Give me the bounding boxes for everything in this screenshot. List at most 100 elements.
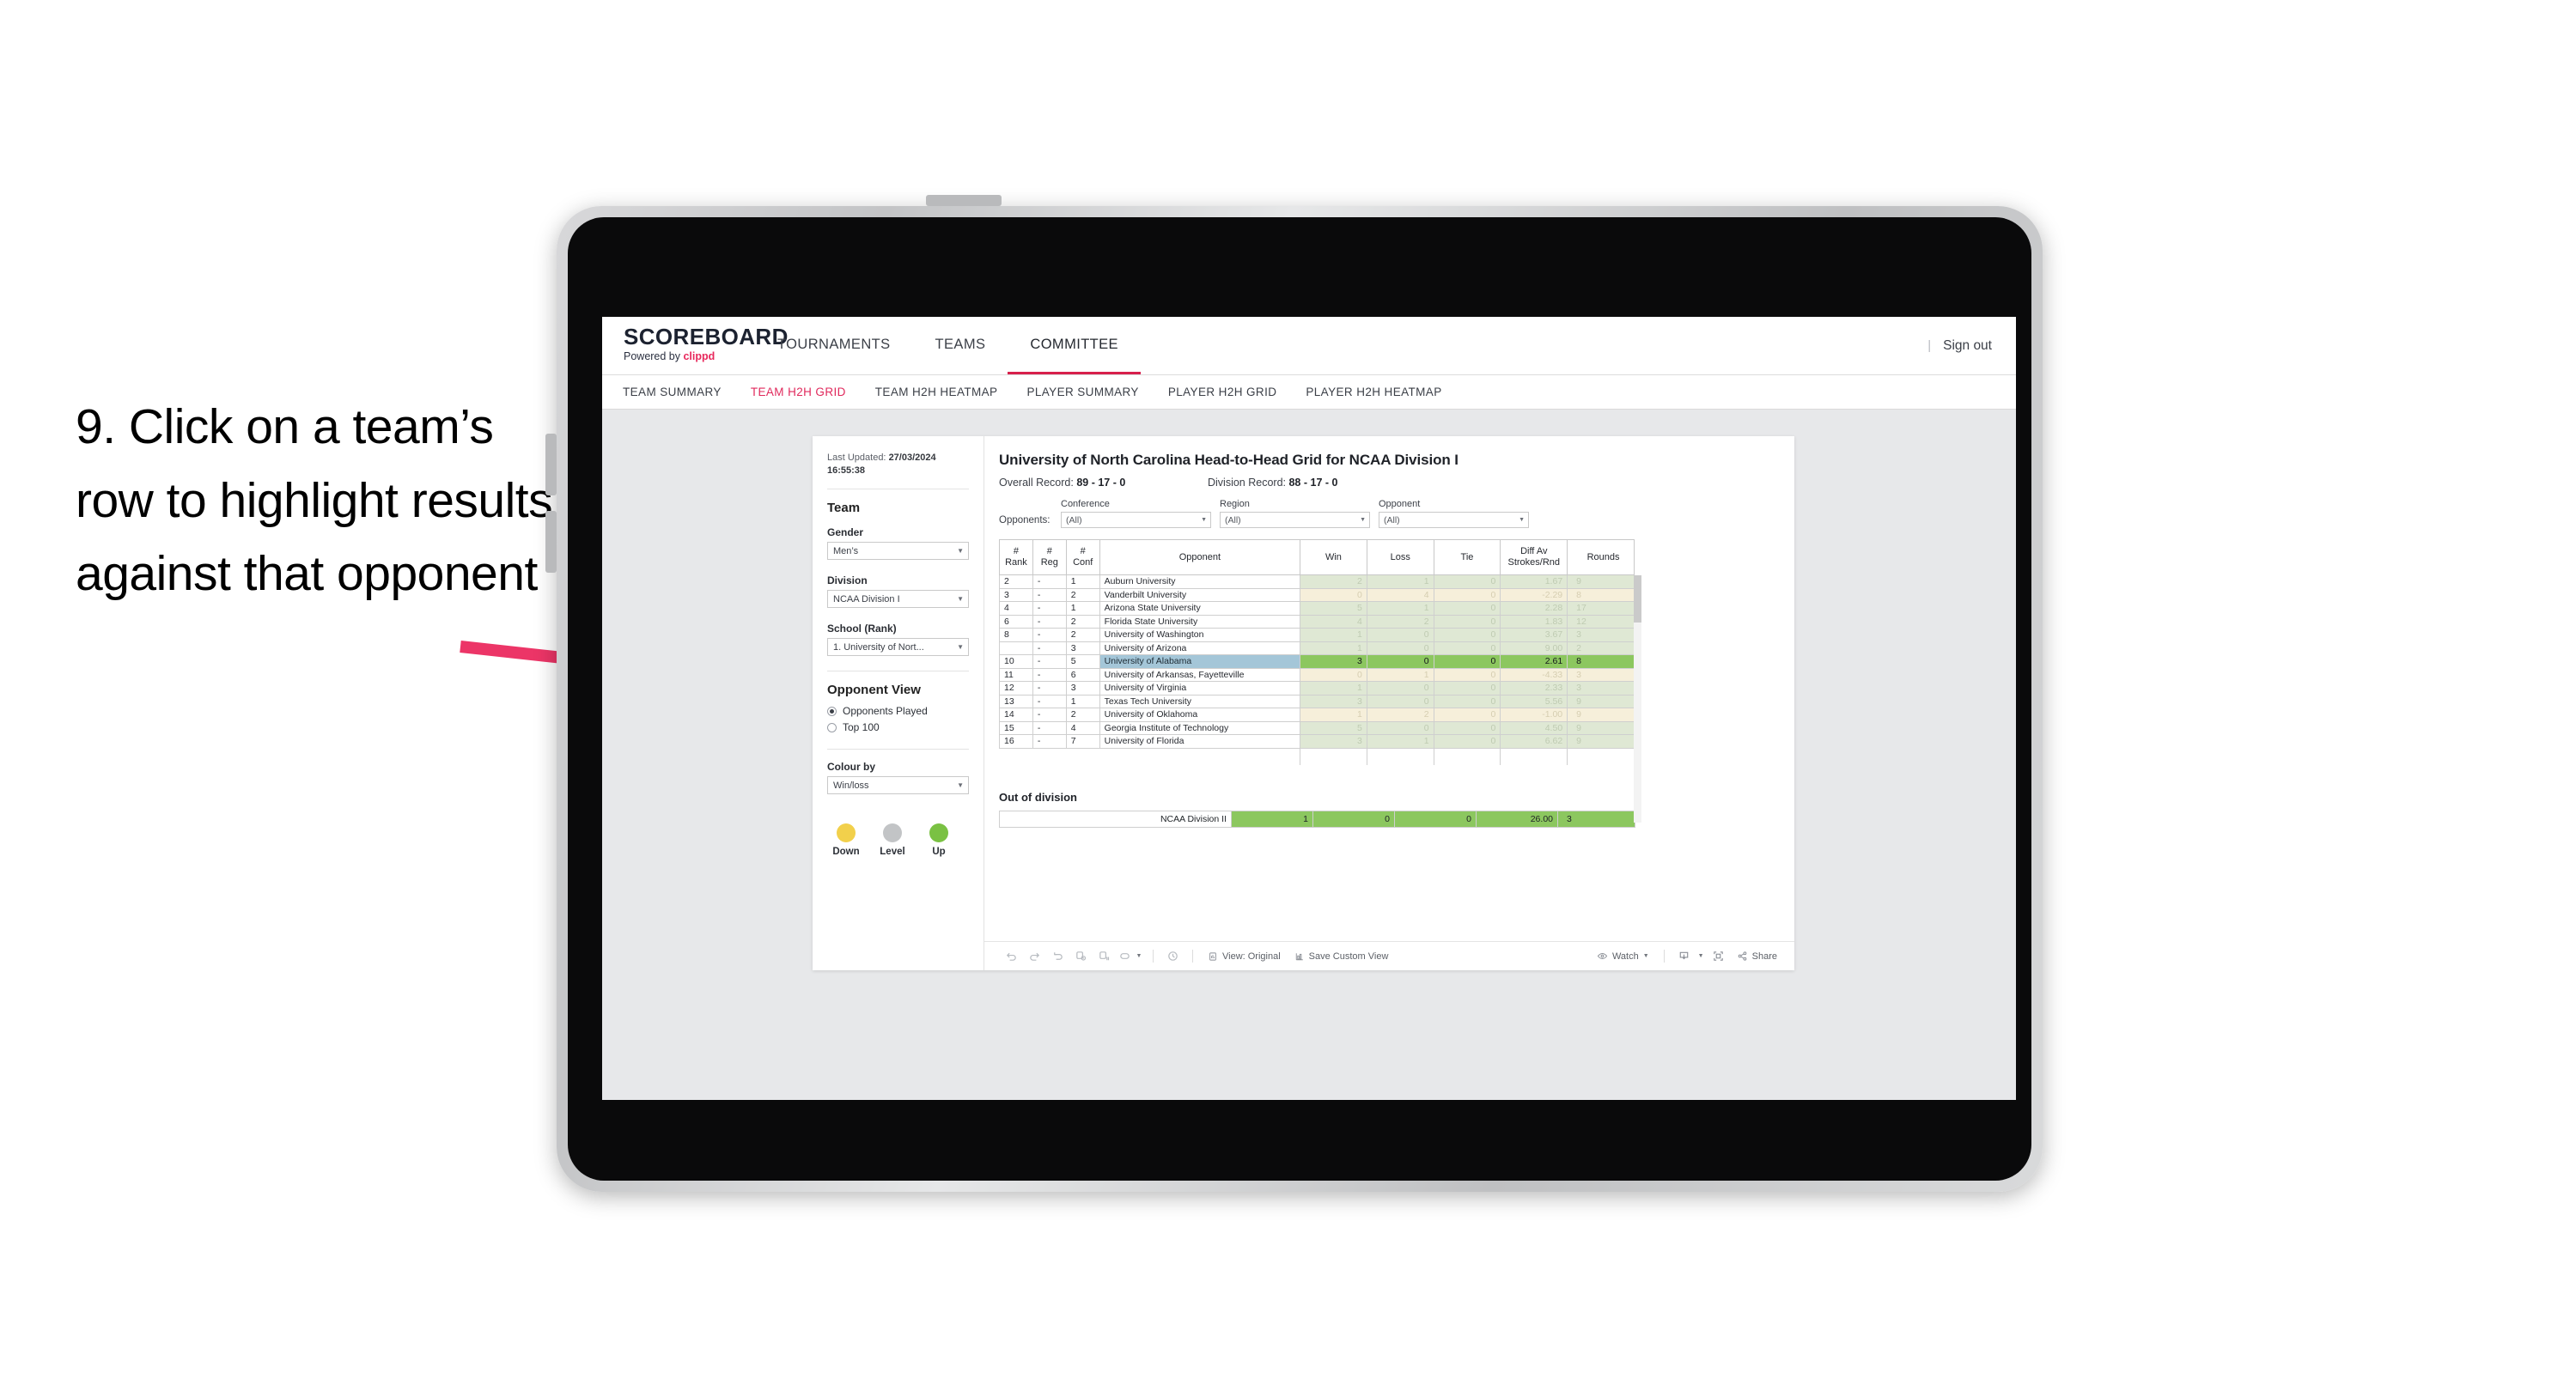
cell-diff: -2.29 — [1500, 587, 1568, 602]
cell-tie: 0 — [1433, 614, 1501, 629]
cell-opponent: University of Arizona — [1099, 641, 1301, 655]
nav-tab-teams[interactable]: TEAMS — [913, 317, 1008, 374]
cell-loss: 0 — [1366, 694, 1434, 708]
device-volume-down-button[interactable] — [545, 511, 557, 573]
radio-top-100[interactable]: Top 100 — [827, 721, 969, 733]
fullscreen-icon[interactable] — [1707, 945, 1730, 968]
cell-opponent: University of Oklahoma — [1099, 708, 1301, 722]
table-row[interactable]: 14-2 University of Oklahoma 1 2 0 -1.00 9 — [999, 708, 1635, 722]
view-icon — [1209, 951, 1216, 961]
gender-select[interactable]: Men’s ▼ — [827, 542, 969, 561]
table-row[interactable]: NCAA Division II 1 0 0 26.00 3 — [999, 811, 1635, 828]
share-button[interactable]: Share — [1730, 945, 1784, 968]
brand-powered-name: clippd — [683, 350, 716, 362]
cell-rounds: 3 — [1567, 667, 1635, 682]
toolbar-divider — [1192, 950, 1193, 963]
subnav-tab-player-h2h-grid[interactable]: PLAYER H2H GRID — [1168, 386, 1277, 398]
table-row[interactable]: 13-1 Texas Tech University 3 0 0 5.56 9 — [999, 694, 1635, 708]
table-row[interactable]: -3 University of Arizona 1 0 0 9.00 2 — [999, 641, 1635, 655]
table-row[interactable]: 3-2 Vanderbilt University 0 4 0 -2.29 8 — [999, 587, 1635, 602]
view-original-button[interactable]: View: Original — [1201, 945, 1288, 968]
subnav-tab-player-h2h-heatmap[interactable]: PLAYER H2H HEATMAP — [1306, 386, 1441, 398]
col-header-reg-text: Reg — [1040, 557, 1058, 568]
view-shape-dropdown-icon[interactable]: ▼ — [1133, 945, 1145, 968]
filter-region-select[interactable]: (All) ▼ — [1220, 512, 1370, 528]
radio-icon — [827, 722, 837, 732]
watch-button[interactable]: Watch ▼ — [1590, 945, 1656, 968]
cell-tie: 0 — [1433, 667, 1501, 682]
cell-win: 0 — [1300, 587, 1367, 602]
clock-icon[interactable] — [1161, 945, 1184, 968]
filter-conference-select[interactable]: (All) ▼ — [1061, 512, 1211, 528]
subnav-tab-team-h2h-heatmap[interactable]: TEAM H2H HEATMAP — [875, 386, 998, 398]
download-icon[interactable] — [1672, 945, 1696, 968]
nav-tab-tournaments[interactable]: TOURNAMENTS — [755, 317, 913, 374]
cell-win: 3 — [1300, 654, 1367, 669]
refresh-icon[interactable] — [1069, 945, 1093, 968]
table-row[interactable]: 16-7 University of Florida 3 1 0 6.62 9 — [999, 734, 1635, 749]
h2h-table-body: 2-1 Auburn University 2 1 0 1.67 9 3-2 Vanderbil… — [999, 574, 1635, 765]
cell-tie: 0 — [1433, 681, 1501, 696]
filter-opponent-value: (All) — [1384, 514, 1400, 525]
cell-reg: - — [1032, 708, 1067, 722]
redo-icon[interactable] — [1023, 945, 1046, 968]
spacer-cell — [1066, 748, 1100, 765]
table-row[interactable]: 15-4 Georgia Institute of Technology 5 0 0 4.… — [999, 720, 1635, 735]
cell-diff: 9.00 — [1500, 641, 1568, 655]
download-dropdown-icon[interactable]: ▼ — [1696, 945, 1707, 968]
table-row[interactable]: 6-2 Florida State University 4 2 0 1.83 12 — [999, 614, 1635, 629]
subnav-tab-team-summary[interactable]: TEAM SUMMARY — [623, 386, 722, 398]
spacer-cell — [1032, 748, 1067, 765]
col-header-reg: # Reg — [1032, 539, 1067, 575]
table-scrollbar-thumb[interactable] — [1634, 575, 1641, 623]
filter-opponent-select[interactable]: (All) ▼ — [1379, 512, 1529, 528]
save-custom-view-button[interactable]: Save Custom View — [1288, 945, 1396, 968]
save-custom-view-label: Save Custom View — [1308, 951, 1389, 962]
subnav-tab-team-h2h-grid[interactable]: TEAM H2H GRID — [751, 386, 846, 398]
radio-opponents-played[interactable]: Opponents Played — [827, 705, 969, 717]
subnav-tab-player-summary[interactable]: PLAYER SUMMARY — [1026, 386, 1138, 398]
device-power-button[interactable] — [926, 195, 1002, 206]
undo-icon[interactable] — [1000, 945, 1023, 968]
cell-win: 5 — [1300, 601, 1367, 616]
nav-tab-committee[interactable]: COMMITTEE — [1008, 317, 1141, 374]
revert-icon[interactable] — [1046, 945, 1069, 968]
spacer-cell — [1300, 747, 1367, 765]
chevron-down-icon: ▼ — [1136, 953, 1142, 959]
table-row[interactable]: 11-6 University of Arkansas, Fayetteville… — [999, 667, 1635, 682]
dashboard-sidebar: Last Updated: 27/03/2024 16:55:38 Team G… — [813, 436, 984, 970]
table-scrollbar[interactable] — [1634, 575, 1641, 823]
brand-logo[interactable]: SCOREBOARD Powered by clippd — [602, 317, 788, 374]
table-row[interactable]: 2-1 Auburn University 2 1 0 1.67 9 — [999, 574, 1635, 589]
page-title: University of North Carolina Head-to-Hea… — [999, 452, 1459, 468]
view-shape-icon[interactable] — [1116, 945, 1133, 968]
school-rank-select[interactable]: 1. University of Nort... ▼ — [827, 638, 969, 657]
cell-rank: 8 — [999, 628, 1033, 642]
radio-icon — [827, 706, 837, 716]
table-row[interactable]: 10-5 University of Alabama 3 0 0 2.61 8 — [999, 654, 1635, 669]
cell-rounds: 9 — [1567, 694, 1635, 708]
radio-top-100-label: Top 100 — [843, 721, 880, 734]
cell-conf: 3 — [1065, 681, 1100, 696]
table-row[interactable]: 8-2 University of Washington 1 0 0 3.67 3 — [999, 628, 1635, 642]
device-volume-up-button[interactable] — [545, 434, 557, 495]
colour-by-select[interactable]: Win/loss ▼ — [827, 776, 969, 795]
nav-right-group: | Sign out — [1927, 317, 2016, 374]
division-select[interactable]: NCAA Division I ▼ — [827, 590, 969, 609]
spacer-cell — [1433, 747, 1501, 765]
legend-item-down: Down — [830, 823, 862, 857]
cell-diff: 2.28 — [1500, 601, 1568, 616]
division-record: Division Record: 88 - 17 - 0 — [1208, 477, 1337, 489]
out-of-division-title: Out of division — [999, 791, 1077, 804]
table-row[interactable]: 4-1 Arizona State University 5 1 0 2.28 17 — [999, 601, 1635, 616]
out-of-division-name: NCAA Division II — [999, 811, 1232, 828]
spacer-cell — [1366, 747, 1434, 765]
sign-out-link[interactable]: Sign out — [1943, 338, 1992, 354]
cell-conf: 5 — [1065, 654, 1100, 669]
table-row[interactable]: 12-3 University of Virginia 1 0 0 2.33 3 — [999, 681, 1635, 696]
cell-diff: 1.67 — [1500, 574, 1568, 589]
pause-icon[interactable] — [1093, 945, 1116, 968]
colour-by-select-value: Win/loss — [833, 780, 869, 791]
cell-diff: 4.50 — [1500, 720, 1568, 735]
col-header-rank-text: Rank — [1005, 557, 1027, 568]
